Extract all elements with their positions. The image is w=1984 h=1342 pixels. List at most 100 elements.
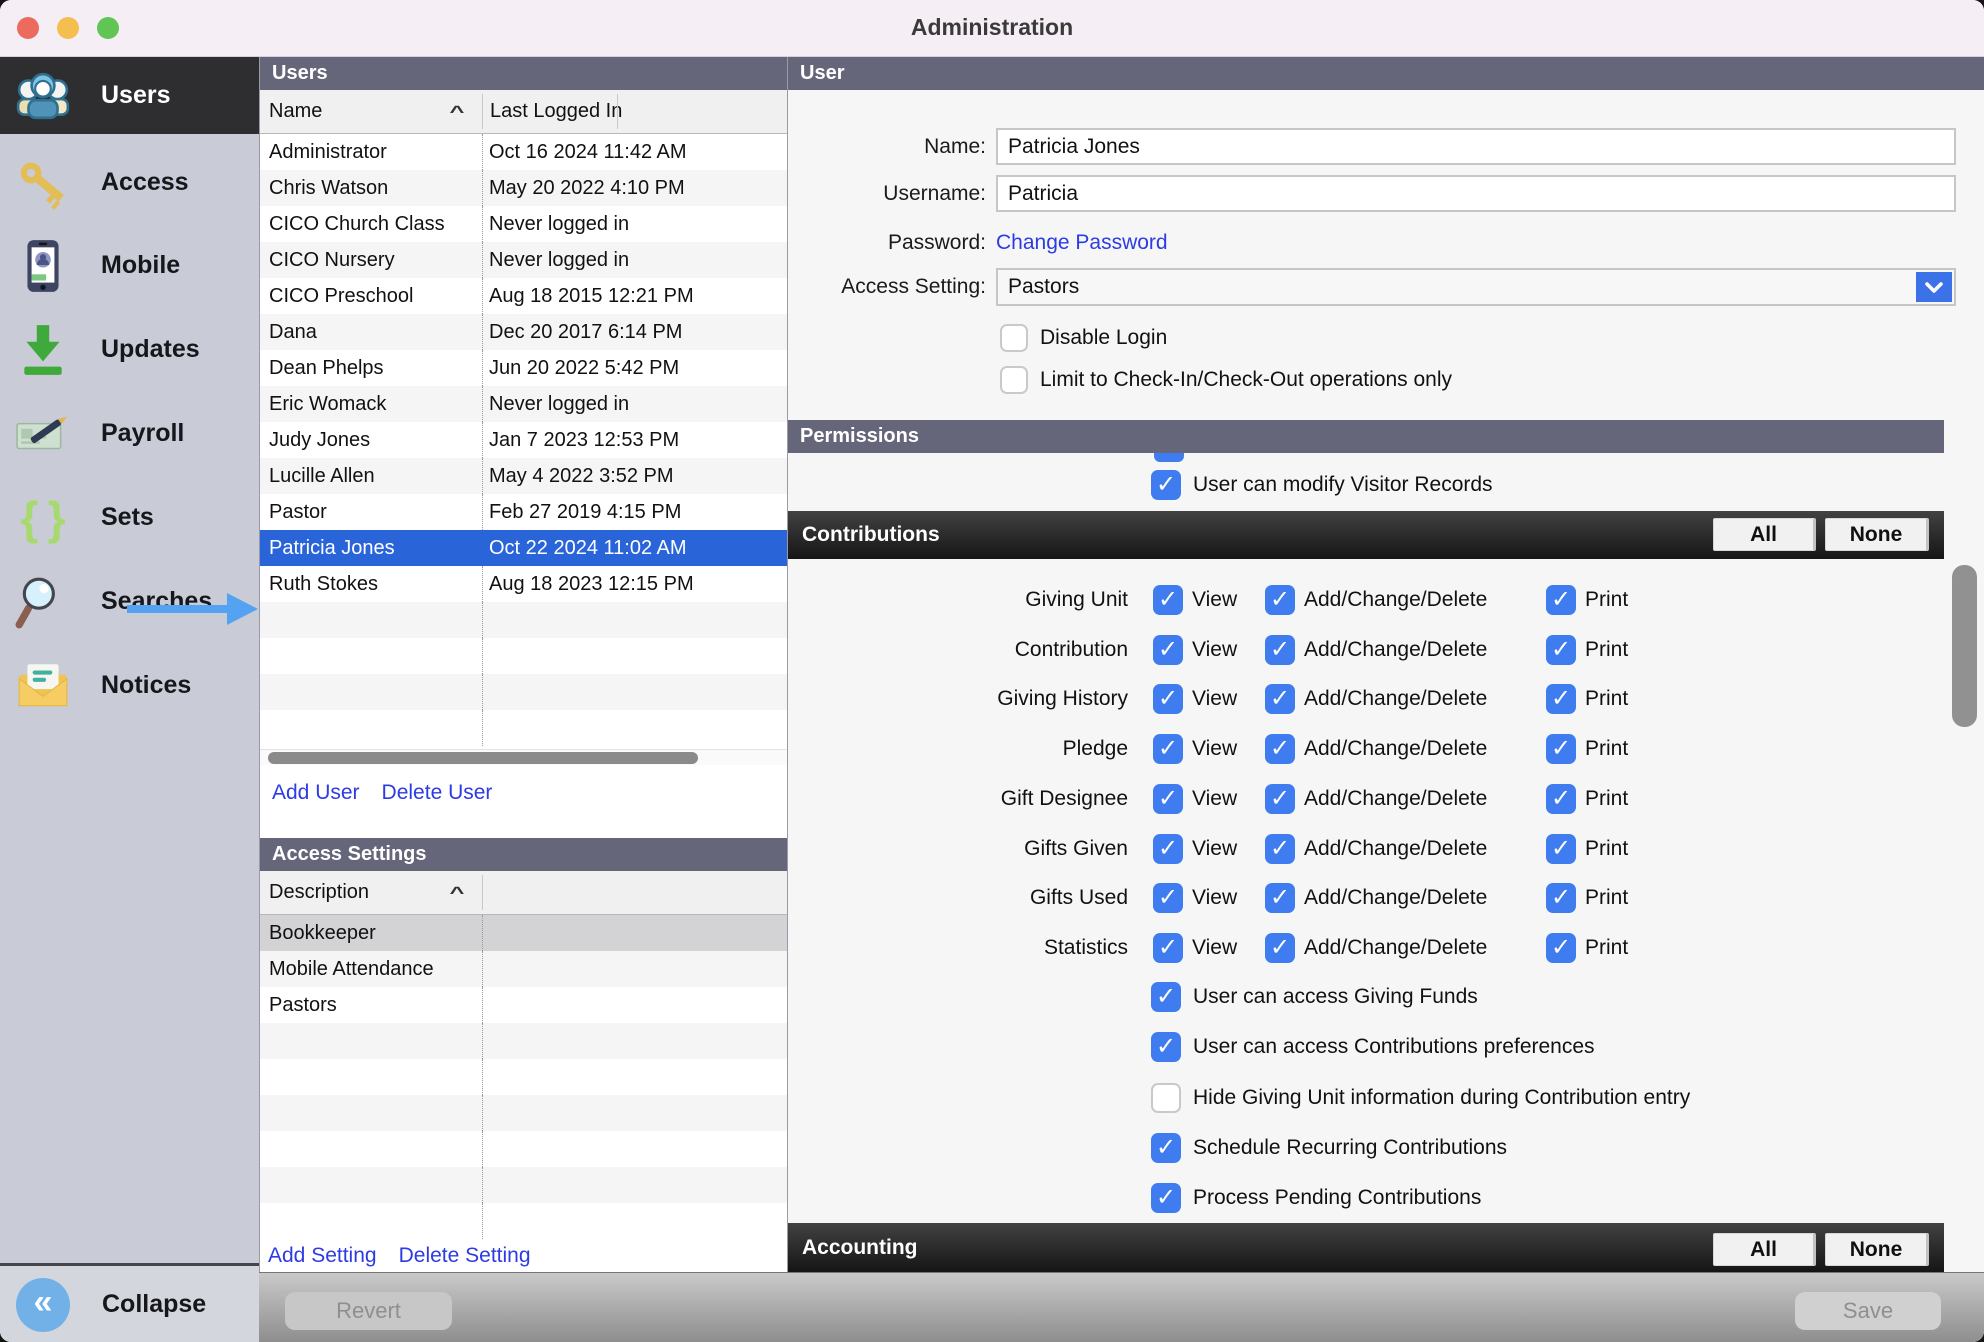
giving-history-add-change-delete-checkbox[interactable]: ✓ xyxy=(1265,684,1295,714)
sidebar-item-users[interactable]: Users xyxy=(0,57,259,134)
sidebar-item-sets[interactable]: { } Sets xyxy=(0,479,259,556)
giving-unit-print-checkbox[interactable]: ✓ xyxy=(1546,585,1576,615)
contribution-add-change-delete-checkbox[interactable]: ✓ xyxy=(1265,635,1295,665)
permission-row-label: Gifts Used xyxy=(788,874,1128,922)
gift-designee-add-change-delete-checkbox[interactable]: ✓ xyxy=(1265,784,1295,814)
sidebar-item-mobile[interactable]: Mobile xyxy=(0,227,259,304)
horizontal-scrollbar[interactable] xyxy=(260,749,788,765)
sidebar-item-notices[interactable]: Notices xyxy=(0,647,259,724)
permission-column-label: Add/Change/Delete xyxy=(1304,936,1487,960)
contribution-view-checkbox[interactable]: ✓ xyxy=(1153,635,1183,665)
delete-setting-link[interactable]: Delete Setting xyxy=(399,1244,531,1268)
user-name-cell: Dean Phelps xyxy=(260,350,482,386)
contribution-option-checkbox[interactable] xyxy=(1151,1083,1181,1113)
add-setting-link[interactable]: Add Setting xyxy=(268,1244,377,1268)
giving-unit-add-change-delete-checkbox[interactable]: ✓ xyxy=(1265,585,1295,615)
pledge-add-change-delete-checkbox[interactable]: ✓ xyxy=(1265,734,1295,764)
contribution-option-checkbox[interactable]: ✓ xyxy=(1151,1183,1181,1213)
user-table-row[interactable]: Patricia JonesOct 22 2024 11:02 AM xyxy=(260,530,788,566)
gifts-given-view-checkbox[interactable]: ✓ xyxy=(1153,834,1183,864)
gift-designee-print-checkbox[interactable]: ✓ xyxy=(1546,784,1576,814)
giving-history-print-checkbox[interactable]: ✓ xyxy=(1546,684,1576,714)
permission-column-label: View xyxy=(1192,588,1237,612)
horizontal-scrollbar-thumb[interactable] xyxy=(268,752,698,764)
column-header-last-logged-in[interactable]: Last Logged In xyxy=(490,100,622,123)
username-input[interactable] xyxy=(996,175,1956,212)
user-table-row[interactable]: Dean PhelpsJun 20 2022 5:42 PM xyxy=(260,350,788,386)
access-setting-select[interactable]: Pastors xyxy=(996,268,1956,306)
column-header-description[interactable]: Description xyxy=(269,881,369,904)
collapse-section[interactable]: « Collapse xyxy=(0,1263,259,1342)
disable-login-checkbox[interactable] xyxy=(1000,324,1028,352)
visitor-records-checkbox[interactable]: ✓ xyxy=(1151,470,1181,500)
statistics-print-checkbox[interactable]: ✓ xyxy=(1546,933,1576,963)
giving-history-view-checkbox[interactable]: ✓ xyxy=(1153,684,1183,714)
sidebar-item-updates[interactable]: Updates xyxy=(0,311,259,388)
user-last-login-cell: Feb 27 2019 4:15 PM xyxy=(482,494,788,530)
chevron-down-icon[interactable] xyxy=(1916,272,1952,302)
accounting-all-button[interactable]: All xyxy=(1713,1233,1816,1266)
gifts-used-print-checkbox[interactable]: ✓ xyxy=(1546,883,1576,913)
disable-login-row: Disable Login xyxy=(1000,324,1167,352)
accounting-none-button[interactable]: None xyxy=(1825,1233,1929,1266)
empty-cell xyxy=(482,602,788,638)
gifts-given-print-checkbox[interactable]: ✓ xyxy=(1546,834,1576,864)
contribution-option-checkbox[interactable]: ✓ xyxy=(1151,982,1181,1012)
pledge-view-checkbox[interactable]: ✓ xyxy=(1153,734,1183,764)
pledge-print-checkbox[interactable]: ✓ xyxy=(1546,734,1576,764)
contribution-option-checkbox[interactable]: ✓ xyxy=(1151,1032,1181,1062)
sidebar-item-searches[interactable]: Searches xyxy=(0,563,259,640)
vertical-scrollbar-thumb[interactable] xyxy=(1952,565,1977,727)
gifts-used-view-checkbox[interactable]: ✓ xyxy=(1153,883,1183,913)
change-password-link[interactable]: Change Password xyxy=(996,231,1168,255)
user-table-row[interactable]: Lucille AllenMay 4 2022 3:52 PM xyxy=(260,458,788,494)
statistics-add-change-delete-checkbox[interactable]: ✓ xyxy=(1265,933,1295,963)
collapse-icon[interactable]: « xyxy=(16,1278,70,1332)
contributions-none-button[interactable]: None xyxy=(1825,518,1929,551)
empty-cell xyxy=(482,674,788,710)
user-last-login-cell: Aug 18 2023 12:15 PM xyxy=(482,566,788,602)
limit-checkin-checkbox[interactable] xyxy=(1000,366,1028,394)
user-table-row[interactable]: Eric WomackNever logged in xyxy=(260,386,788,422)
contribution-print-checkbox[interactable]: ✓ xyxy=(1546,635,1576,665)
permission-group: ✓Print xyxy=(1546,825,1628,873)
user-table-row[interactable]: Chris WatsonMay 20 2022 4:10 PM xyxy=(260,170,788,206)
sidebar-item-access[interactable]: Access xyxy=(0,144,259,221)
gift-designee-view-checkbox[interactable]: ✓ xyxy=(1153,784,1183,814)
gifts-used-add-change-delete-checkbox[interactable]: ✓ xyxy=(1265,883,1295,913)
delete-user-link[interactable]: Delete User xyxy=(382,781,493,805)
gifts-given-add-change-delete-checkbox[interactable]: ✓ xyxy=(1265,834,1295,864)
column-header-name[interactable]: Name xyxy=(269,100,322,123)
user-table-row[interactable]: CICO PreschoolAug 18 2015 12:21 PM xyxy=(260,278,788,314)
magnifier-icon xyxy=(15,574,71,630)
statistics-view-checkbox[interactable]: ✓ xyxy=(1153,933,1183,963)
column-divider[interactable] xyxy=(617,94,618,129)
contribution-option-checkbox[interactable]: ✓ xyxy=(1151,1133,1181,1163)
permission-column-label: Add/Change/Delete xyxy=(1304,687,1487,711)
user-table-row[interactable]: PastorFeb 27 2019 4:15 PM xyxy=(260,494,788,530)
access-setting-row[interactable]: Mobile Attendance xyxy=(260,951,788,987)
user-table-row[interactable]: AdministratorOct 16 2024 11:42 AM xyxy=(260,134,788,170)
column-divider[interactable] xyxy=(482,94,483,129)
user-table-row[interactable]: DanaDec 20 2017 6:14 PM xyxy=(260,314,788,350)
access-setting-row[interactable]: Bookkeeper xyxy=(260,915,788,951)
access-setting-row[interactable]: Pastors xyxy=(260,987,788,1023)
column-divider[interactable] xyxy=(482,875,483,910)
user-table-row[interactable]: Ruth StokesAug 18 2023 12:15 PM xyxy=(260,566,788,602)
permission-group: ✓View xyxy=(1153,725,1237,773)
visitor-records-label: User can modify Visitor Records xyxy=(1193,473,1493,497)
user-table-row[interactable]: Judy JonesJan 7 2023 12:53 PM xyxy=(260,422,788,458)
sidebar-item-payroll[interactable]: Payroll xyxy=(0,395,259,472)
permission-column-label: Add/Change/Delete xyxy=(1304,787,1487,811)
add-user-link[interactable]: Add User xyxy=(272,781,360,805)
user-table-row[interactable]: CICO NurseryNever logged in xyxy=(260,242,788,278)
name-input[interactable] xyxy=(996,128,1956,165)
revert-button[interactable]: Revert xyxy=(285,1292,452,1330)
giving-unit-view-checkbox[interactable]: ✓ xyxy=(1153,585,1183,615)
save-button[interactable]: Save xyxy=(1795,1292,1941,1330)
empty-table-row xyxy=(260,1131,788,1167)
window-title: Administration xyxy=(0,14,1984,41)
user-table-row[interactable]: CICO Church ClassNever logged in xyxy=(260,206,788,242)
contributions-all-button[interactable]: All xyxy=(1713,518,1816,551)
empty-cell xyxy=(482,1059,788,1095)
